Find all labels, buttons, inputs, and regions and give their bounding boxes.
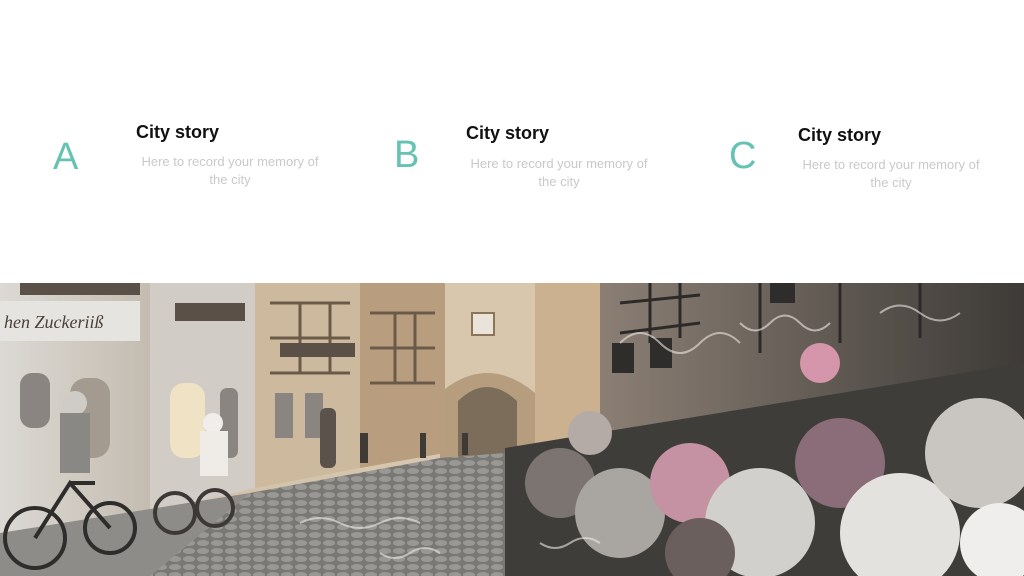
feature-letter-c: C	[729, 135, 757, 177]
feature-title-b: City story	[466, 123, 550, 143]
feature-letter-b: B	[394, 134, 420, 176]
shop-sign-text: hen Zuckeriiß	[4, 312, 103, 332]
feature-title-a: City story	[136, 122, 220, 142]
slide: A City story Here to record your memory …	[0, 0, 1024, 576]
feature-description-a: Here to record your memory of the city	[141, 154, 319, 187]
street-photo: hen Zuckeriiß	[0, 283, 1024, 576]
feature-description-c: Here to record your memory of the city	[802, 157, 980, 190]
feature-description-b: Here to record your memory of the city	[470, 156, 648, 189]
feature-letter-a: A	[53, 136, 79, 178]
feature-title-c: City story	[798, 125, 882, 145]
